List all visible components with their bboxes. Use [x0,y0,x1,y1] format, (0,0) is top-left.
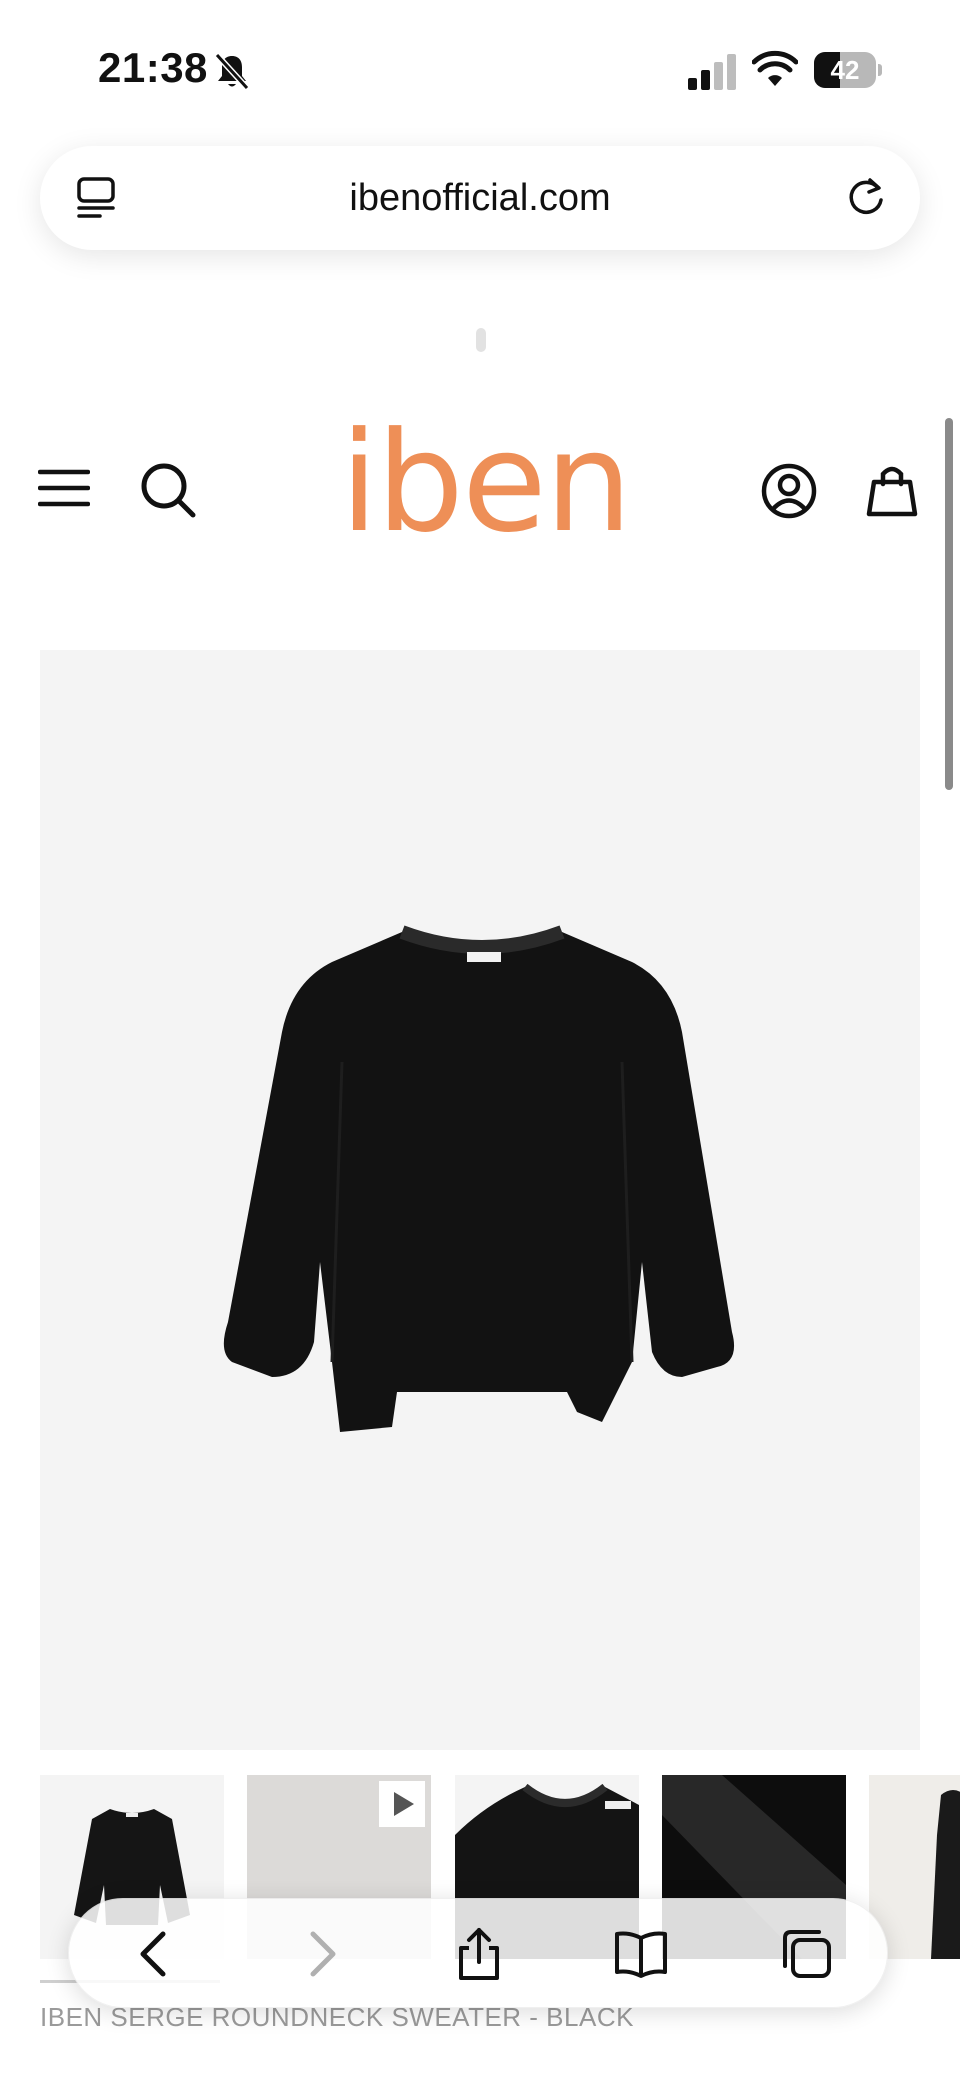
battery-level: 42 [830,55,860,85]
battery-icon: 42 [814,52,882,88]
account-icon[interactable] [760,462,818,520]
search-icon[interactable] [138,460,198,520]
scroll-indicator[interactable] [945,418,953,790]
bookmarks-icon[interactable] [613,1926,669,1982]
forward-icon[interactable] [293,1926,349,1982]
menu-icon[interactable] [38,466,90,510]
black-sweater-image [223,925,735,1432]
browser-toolbar [68,1898,888,2008]
site-logo[interactable]: iben [340,414,632,552]
back-icon[interactable] [127,1926,183,1982]
product-main-image[interactable] [40,650,920,1750]
reload-icon[interactable] [842,174,890,222]
address-bar[interactable]: ibenofficial.com [40,146,920,250]
bag-icon[interactable] [866,462,918,518]
play-icon[interactable] [379,1781,425,1827]
tabs-icon[interactable] [779,1926,835,1982]
bell-slash-icon [214,52,250,91]
url-text[interactable]: ibenofficial.com [190,146,770,250]
status-time: 21:38 [98,44,208,91]
status-bar: 21:38 42 [0,0,960,140]
share-icon[interactable] [451,1926,507,1982]
wifi-icon [752,50,798,86]
cellular-signal-icon [688,54,736,90]
page-menu-icon[interactable] [74,176,118,220]
pull-indicator [476,328,486,352]
